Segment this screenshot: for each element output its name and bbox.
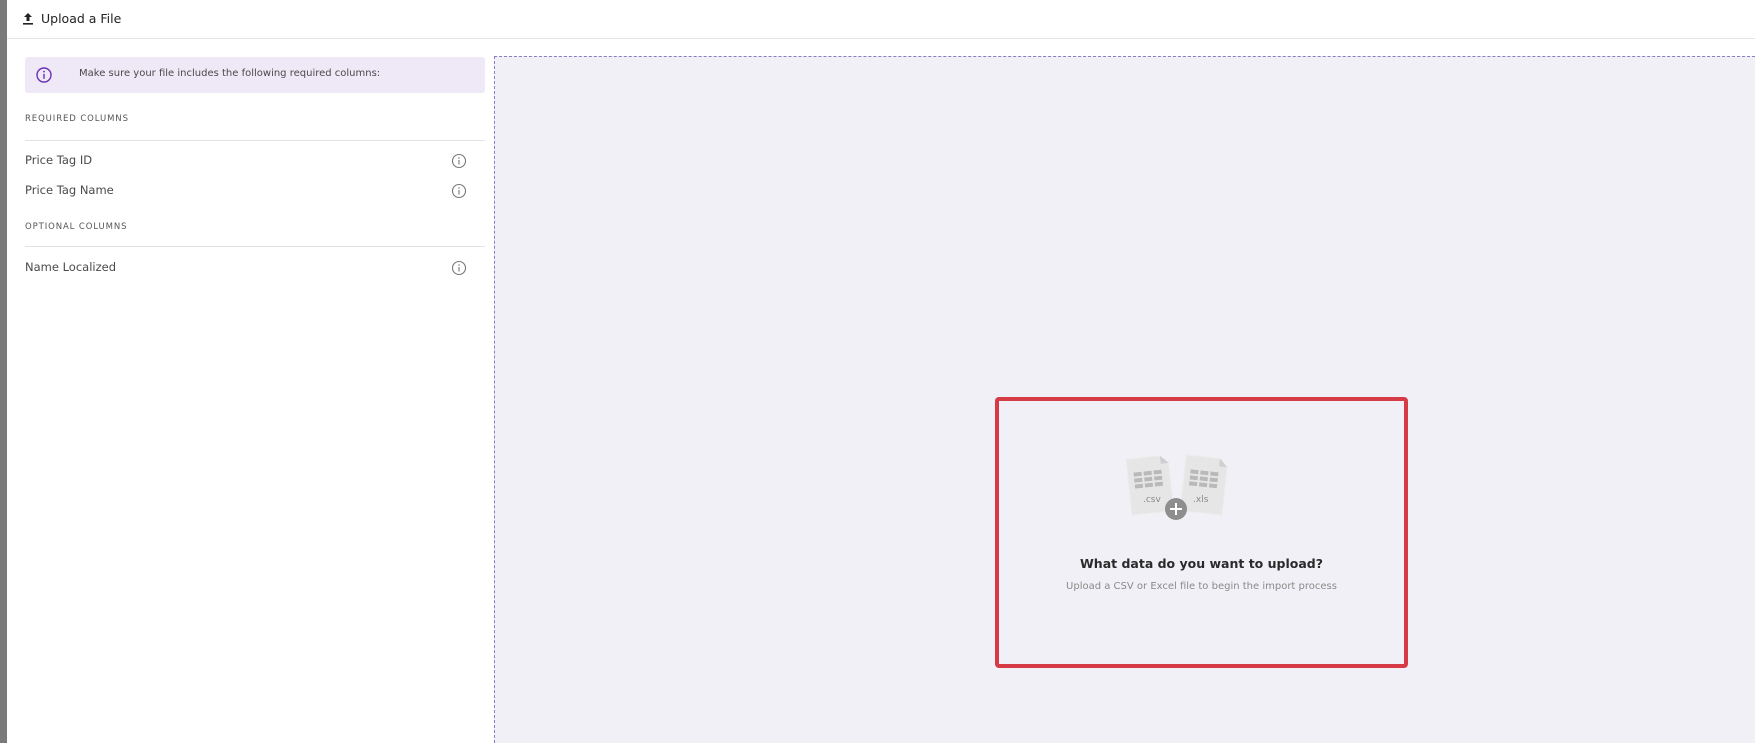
upload-prompt-card[interactable]: .csv .xls What data do you want to uploa… (995, 397, 1408, 668)
add-icon (1165, 498, 1187, 520)
info-icon (36, 67, 52, 83)
notice-text: Make sure your file includes the followi… (79, 68, 381, 79)
xls-label: .xls (1193, 495, 1209, 505)
spreadsheet-files-icon: .csv .xls (1125, 454, 1228, 520)
info-icon[interactable] (451, 260, 467, 276)
optional-columns-heading: OPTIONAL COLUMNS (25, 222, 128, 232)
column-label: Name Localized (25, 260, 116, 274)
upload-prompt-subtitle: Upload a CSV or Excel file to begin the … (1066, 581, 1337, 592)
columns-sidebar: Make sure your file includes the followi… (7, 40, 493, 743)
column-label: Price Tag ID (25, 153, 93, 167)
window-edge (0, 0, 7, 743)
required-columns-notice: Make sure your file includes the followi… (25, 57, 485, 93)
column-row-name-localized: Name Localized (25, 258, 467, 278)
column-row-price-tag-name: Price Tag Name (25, 181, 467, 201)
info-icon[interactable] (451, 153, 467, 169)
divider (25, 246, 485, 247)
divider (25, 140, 485, 141)
upload-icon (23, 13, 33, 25)
info-icon[interactable] (451, 183, 467, 199)
csv-label: .csv (1143, 495, 1161, 505)
column-label: Price Tag Name (25, 183, 114, 197)
upload-prompt-title: What data do you want to upload? (1080, 556, 1323, 571)
column-row-price-tag-id: Price Tag ID (25, 151, 467, 171)
required-columns-heading: REQUIRED COLUMNS (25, 114, 129, 124)
header-bar: Upload a File (7, 0, 1755, 39)
page-title: Upload a File (41, 11, 122, 26)
